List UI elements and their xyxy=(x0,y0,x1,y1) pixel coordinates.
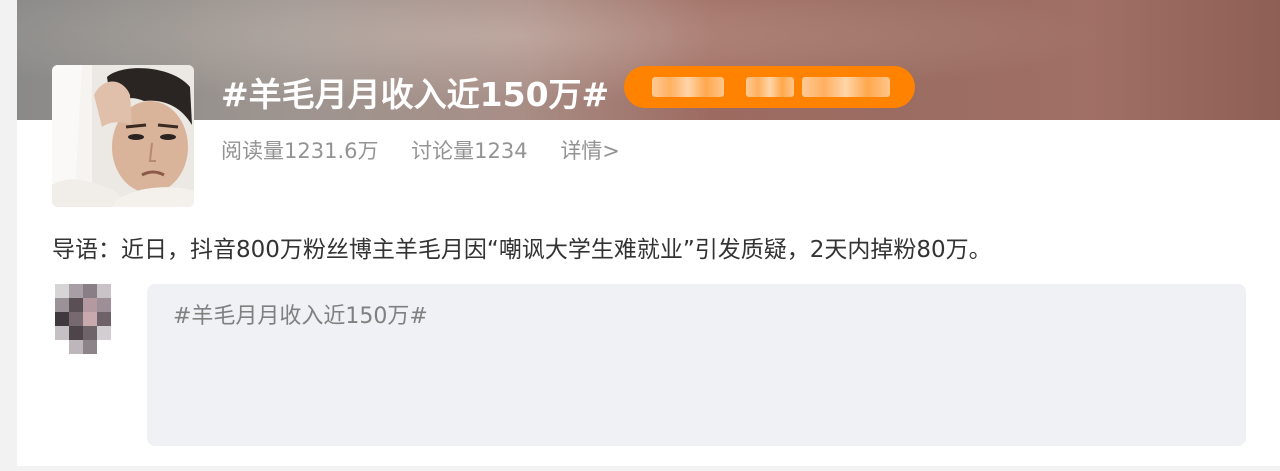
comment-input[interactable] xyxy=(147,284,1246,446)
redacted-tag-text xyxy=(746,77,794,97)
user-avatar-image xyxy=(47,282,121,356)
discussion-count: 讨论量1234 xyxy=(411,139,528,163)
redacted-tag-text xyxy=(652,77,724,97)
redacted-tag-text xyxy=(802,77,890,97)
user-avatar[interactable] xyxy=(47,282,121,356)
topic-avatar[interactable] xyxy=(52,65,194,207)
topic-avatar-image xyxy=(52,65,194,207)
topic-card: #羊毛月月收入近150万# 阅读量1231.6万 讨论量1234 详情> 导语：… xyxy=(17,0,1280,466)
topic-tag-pill[interactable] xyxy=(624,66,915,108)
topic-lead: 导语：近日，抖音800万粉丝博主羊毛月因“嘲讽大学生难就业”引发质疑，2天内掉粉… xyxy=(52,237,992,263)
topic-stats: 阅读量1231.6万 讨论量1234 详情> xyxy=(221,135,646,165)
read-count: 阅读量1231.6万 xyxy=(221,139,379,163)
details-link[interactable]: 详情> xyxy=(560,139,620,163)
topic-title: #羊毛月月收入近150万# xyxy=(221,75,610,114)
